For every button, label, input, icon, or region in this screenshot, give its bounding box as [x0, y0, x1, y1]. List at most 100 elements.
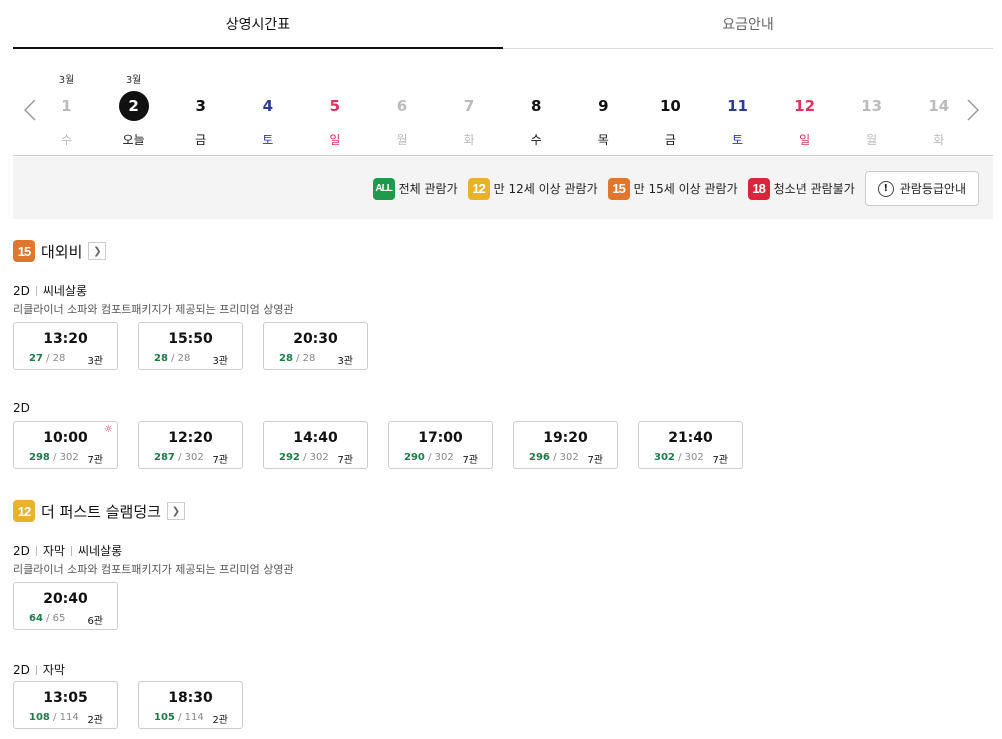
date-item[interactable]: 11 토 — [704, 49, 771, 155]
date-item[interactable]: 14 화 — [905, 49, 972, 155]
divider — [70, 545, 72, 556]
showtime-time: 15:50 — [168, 331, 213, 347]
showtime-time: 18:30 — [168, 690, 213, 706]
showtime-button[interactable]: 20:30 28 / 28 3관 — [263, 322, 368, 370]
date-item[interactable]: 3금 — [167, 49, 234, 155]
showtime-button[interactable]: 19:20 296 / 302 7관 — [513, 421, 618, 469]
seat-count: 292 / 302 — [279, 452, 329, 463]
showtime-button[interactable]: 20:40 64 / 65 6관 — [13, 582, 118, 630]
date-day: 5 — [329, 97, 341, 115]
date-item[interactable]: 6월 — [369, 49, 436, 155]
remaining-seats: 28 — [154, 353, 168, 364]
date-item[interactable]: 5일 — [301, 49, 368, 155]
total-seats: / 302 — [428, 452, 454, 463]
date-item[interactable]: 4토 — [234, 49, 301, 155]
showtime-button[interactable]: 10:00 298 / 302 7관 ☼ — [13, 421, 118, 469]
seat-count: 298 / 302 — [29, 452, 79, 463]
rating-info-button[interactable]: ! 관람등급안내 — [864, 171, 979, 206]
movie-title[interactable]: 더 퍼스트 슬램덩크 — [41, 501, 161, 522]
hall-number: 6관 — [87, 616, 103, 627]
remaining-seats: 290 — [404, 452, 425, 463]
total-seats: / 28 — [171, 353, 191, 364]
seat-count: 28 / 28 — [279, 353, 315, 364]
date-weekday: 수 — [530, 133, 542, 147]
movie-detail-button[interactable]: ❯ — [166, 502, 185, 520]
showtime-button[interactable]: 13:20 27 / 28 3관 — [13, 322, 118, 370]
showtime-button[interactable]: 15:50 28 / 28 3관 — [138, 322, 243, 370]
remaining-seats: 287 — [154, 452, 175, 463]
showtime-button[interactable]: 12:20 287 / 302 7관 — [138, 421, 243, 469]
legend-18-label: 청소년 관람불가 — [773, 182, 855, 196]
date-day: 2 — [118, 91, 149, 121]
format-label: 2D — [13, 283, 30, 298]
format-label: 2D — [13, 401, 30, 415]
date-item[interactable]: 12 일 — [771, 49, 838, 155]
screen-format: 2D 자막 씨네살롱 — [13, 542, 122, 559]
total-seats: / 302 — [553, 452, 579, 463]
date-weekday: 수 — [60, 133, 73, 147]
showtime-button[interactable]: 14:40 292 / 302 7관 — [263, 421, 368, 469]
showtime-time: 21:40 — [668, 430, 713, 446]
tab-showtimes[interactable]: 상영시간표 — [13, 0, 503, 49]
showtime-time: 13:05 — [43, 690, 88, 706]
date-day: 13 — [861, 97, 883, 115]
movie-detail-button[interactable]: ❯ — [88, 242, 107, 260]
legend-15-label: 만 15세 이상 관람가 — [633, 182, 738, 196]
date-weekday: 화 — [463, 133, 475, 147]
hall-number: 3관 — [337, 356, 353, 367]
date-day: 12 — [794, 97, 816, 115]
hall-number: 7관 — [712, 455, 728, 466]
movie-title-row: 12 더 퍼스트 슬램덩크 ❯ — [13, 500, 185, 522]
exclamation-circle-icon: ! — [877, 180, 894, 197]
date-weekday: 일 — [799, 133, 811, 147]
date-day: 9 — [598, 97, 609, 115]
remaining-seats: 292 — [279, 452, 300, 463]
divider — [35, 285, 37, 296]
remaining-seats: 27 — [29, 353, 43, 364]
showtime-button[interactable]: 21:40 302 / 302 7관 — [638, 421, 743, 469]
rating-12-icon: 12 — [13, 500, 35, 522]
total-seats: / 302 — [178, 452, 204, 463]
hall-number: 7관 — [462, 455, 478, 466]
screen-format: 2D 자막 — [13, 661, 65, 678]
date-item[interactable]: 8수 — [503, 49, 570, 155]
date-item[interactable]: 9목 — [570, 49, 637, 155]
date-item[interactable]: 13 월 — [838, 49, 905, 155]
remaining-seats: 298 — [29, 452, 50, 463]
date-item[interactable]: 3월 1 수 — [33, 49, 100, 155]
movie-title[interactable]: 대외비 — [41, 241, 82, 262]
rating-all-icon: ALL — [372, 177, 395, 200]
seat-count: 28 / 28 — [154, 353, 190, 364]
legend-all-label: 전체 관람가 — [398, 182, 458, 196]
date-item[interactable]: 10 금 — [637, 49, 704, 155]
tab-pricing[interactable]: 요금안내 — [503, 0, 993, 48]
hall-number: 7관 — [212, 455, 228, 466]
legend-all: ALL 전체 관람가 — [372, 177, 458, 200]
date-item[interactable]: 7화 — [436, 49, 503, 155]
seat-count: 290 / 302 — [404, 452, 454, 463]
next-dates-button[interactable] — [964, 97, 982, 123]
showtime-button[interactable]: 13:05 108 / 114 2관 — [13, 681, 118, 729]
showtime-button[interactable]: 17:00 290 / 302 7관 — [388, 421, 493, 469]
date-day: 1 — [61, 97, 72, 115]
date-day: 14 — [928, 97, 950, 115]
date-item[interactable]: 3월 2 오늘 — [100, 49, 167, 155]
date-day: 7 — [463, 97, 475, 115]
remaining-seats: 105 — [154, 712, 175, 723]
hall-description: 리클라이너 소파와 컴포트패키지가 제공되는 프리미엄 상영관 — [13, 563, 294, 576]
hall-number: 3관 — [87, 356, 103, 367]
remaining-seats: 296 — [529, 452, 550, 463]
date-weekday: 금 — [195, 133, 207, 147]
showtime-button[interactable]: 18:30 105 / 114 2관 — [138, 681, 243, 729]
date-weekday: 토 — [731, 133, 744, 147]
legend-15: 15 만 15세 이상 관람가 — [607, 177, 738, 200]
format-label: 2D — [13, 543, 30, 558]
hall-number: 2관 — [87, 715, 103, 726]
date-selector: 3월 1 수 3월 2 오늘 3 금 4 토 5 일 6 월 7 화 8 수 9 목 10 금 11 토 12 일 13 월 14 화 — [13, 49, 993, 156]
total-seats: / 65 — [46, 613, 66, 624]
rating-15-icon: 15 — [13, 240, 35, 262]
seat-count: 64 / 65 — [29, 613, 65, 624]
rating-info-label: 관람등급안내 — [899, 182, 966, 196]
showtime-time: 17:00 — [418, 430, 463, 446]
seat-count: 296 / 302 — [529, 452, 579, 463]
